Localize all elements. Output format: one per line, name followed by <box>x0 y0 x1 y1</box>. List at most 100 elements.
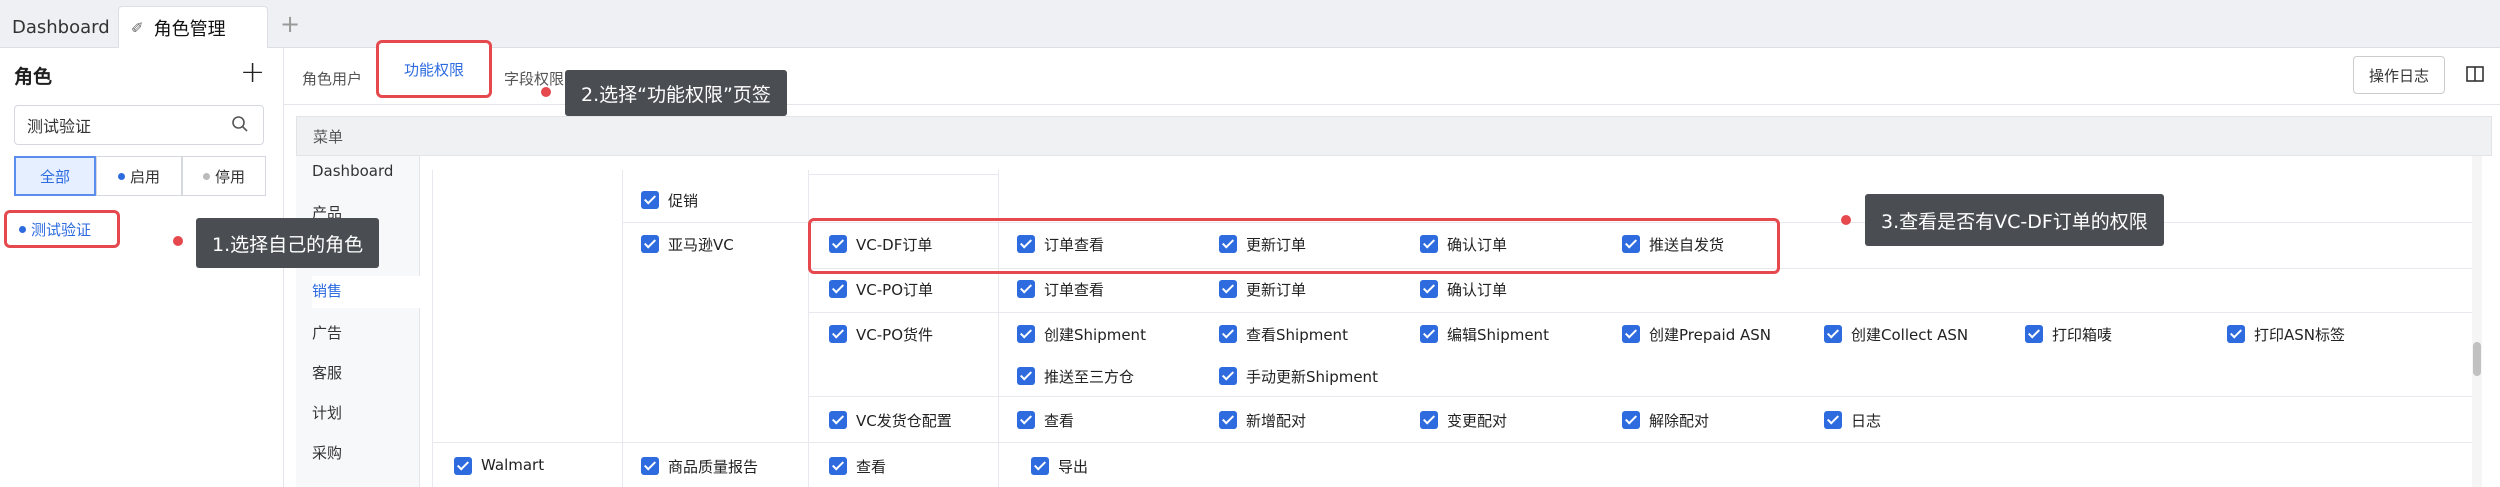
role-status-dot-icon <box>19 225 26 233</box>
label-vcpo: VC-PO订单 <box>856 281 933 299</box>
label-ship-perm: 查看Shipment <box>1246 326 1348 344</box>
checkbox-quality-perm[interactable] <box>1031 457 1049 475</box>
label-quality-perm: 导出 <box>1058 458 1089 476</box>
checkbox-ship-perm[interactable] <box>2025 325 2043 343</box>
filter-all-label: 全部 <box>39 167 70 186</box>
checkbox-vcpo-perm[interactable] <box>1420 280 1438 298</box>
tab-dashboard[interactable]: Dashboard <box>0 6 122 48</box>
callout-marker <box>1841 215 1851 225</box>
filter-all[interactable]: 全部 <box>14 156 96 196</box>
grid-line <box>808 312 2472 313</box>
checkbox-vcpo-perm[interactable] <box>1017 280 1035 298</box>
grid-line <box>432 170 433 487</box>
filter-disabled[interactable]: 停用 <box>182 156 266 196</box>
checkbox-vc-config[interactable] <box>829 411 847 429</box>
filter-enabled-label: 启用 <box>129 167 160 186</box>
book-icon[interactable] <box>2465 64 2485 84</box>
grid-line <box>808 170 809 487</box>
menu-item-plan[interactable]: 计划 <box>312 402 342 423</box>
checkbox-promo[interactable] <box>641 191 659 209</box>
label-amazon-vc: 亚马逊VC <box>668 236 734 254</box>
menu-item-service[interactable]: 客服 <box>312 362 342 383</box>
checkbox-ship-perm[interactable] <box>1017 367 1035 385</box>
operation-log-button[interactable]: 操作日志 <box>2353 56 2445 94</box>
label-walmart: Walmart <box>481 456 545 474</box>
role-panel-title: 角色 <box>14 66 53 88</box>
label-ship-perm: 编辑Shipment <box>1447 326 1549 344</box>
menu-item-sales[interactable]: 销售 <box>312 276 420 308</box>
label-config-perm: 日志 <box>1851 412 1882 430</box>
filter-disabled-label: 停用 <box>214 167 245 186</box>
role-list-item[interactable]: 测试验证 <box>4 210 120 248</box>
callout-step-1: 1.选择自己的角色 <box>196 218 380 268</box>
label-vcpo-ship: VC-PO货件 <box>856 326 933 344</box>
grid-line <box>432 442 2472 443</box>
search-icon[interactable] <box>230 114 250 134</box>
label-quality: 商品质量报告 <box>668 458 759 476</box>
callout-step-3: 3.查看是否有VC-DF订单的权限 <box>1865 194 2164 246</box>
add-role-icon[interactable]: + <box>240 54 265 92</box>
filter-enabled[interactable]: 启用 <box>96 156 182 196</box>
label-config-perm: 查看 <box>1044 412 1075 430</box>
label-ship-perm: 创建Shipment <box>1044 326 1146 344</box>
label-vc-config: VC发货仓配置 <box>856 412 952 430</box>
label-config-perm: 变更配对 <box>1447 412 1508 430</box>
menu-item-ads[interactable]: 广告 <box>312 322 342 343</box>
enabled-dot-icon <box>117 172 125 180</box>
checkbox-config-perm[interactable] <box>1622 411 1640 429</box>
label-vcpo-perm: 确认订单 <box>1447 281 1508 299</box>
add-tab-icon[interactable]: + <box>280 10 300 38</box>
checkbox-config-perm[interactable] <box>1420 411 1438 429</box>
tab-role-management-label: 角色管理 <box>153 18 226 40</box>
checkbox-ship-perm[interactable] <box>2227 325 2245 343</box>
checkbox-walmart[interactable] <box>454 457 472 475</box>
menu-header: 菜单 <box>296 116 2492 156</box>
callout-step-2: 2.选择“功能权限”页签 <box>565 70 787 116</box>
checkbox-amazon-vc[interactable] <box>641 235 659 253</box>
grid-line <box>808 396 2472 397</box>
label-ship-perm: 手动更新Shipment <box>1246 368 1378 386</box>
checkbox-ship-perm[interactable] <box>1219 367 1237 385</box>
label-vcpo-perm: 订单查看 <box>1044 281 1105 299</box>
checkbox-config-perm[interactable] <box>1017 411 1035 429</box>
checkbox-ship-perm[interactable] <box>1219 325 1237 343</box>
pin-icon[interactable]: ✐ <box>131 19 144 37</box>
label-vcpo-perm: 更新订单 <box>1246 281 1307 299</box>
checkbox-vcpo[interactable] <box>829 280 847 298</box>
scrollbar-thumb[interactable] <box>2473 342 2481 376</box>
scrollbar-track[interactable] <box>2472 156 2482 487</box>
menu-item-purchase[interactable]: 采购 <box>312 442 342 463</box>
checkbox-config-perm[interactable] <box>1219 411 1237 429</box>
checkbox-vcpo-ship[interactable] <box>829 325 847 343</box>
checkbox-vcpo-perm[interactable] <box>1219 280 1237 298</box>
checkbox-ship-perm[interactable] <box>1017 325 1035 343</box>
label-ship-perm: 打印ASN标签 <box>2254 326 2346 344</box>
role-search-input[interactable] <box>14 105 264 145</box>
tab-role-management[interactable]: ✐ 角色管理 <box>118 6 268 48</box>
checkbox-ship-perm[interactable] <box>1420 325 1438 343</box>
vcdf-highlight-box <box>808 218 1780 274</box>
callout-marker <box>541 87 551 97</box>
callout-marker <box>173 236 183 246</box>
disabled-dot-icon <box>202 172 210 180</box>
tab-function-permissions[interactable]: 功能权限 <box>376 40 492 98</box>
label-ship-perm: 创建Collect ASN <box>1851 326 1969 344</box>
label-quality-perm: 查看 <box>856 458 887 476</box>
tab-role-users[interactable]: 角色用户 <box>302 62 362 94</box>
tab-bar <box>0 0 2500 48</box>
label-promo: 促销 <box>668 192 699 210</box>
checkbox-config-perm[interactable] <box>1824 411 1842 429</box>
tab-field-permissions[interactable]: 字段权限 <box>504 62 564 94</box>
label-config-perm: 解除配对 <box>1649 412 1710 430</box>
label-ship-perm: 创建Prepaid ASN <box>1649 326 1772 344</box>
menu-item-dashboard[interactable]: Dashboard <box>312 162 393 180</box>
checkbox-quality[interactable] <box>641 457 659 475</box>
label-ship-perm: 推送至三方仓 <box>1044 368 1135 386</box>
label-config-perm: 新增配对 <box>1246 412 1307 430</box>
tab-dashboard-label: Dashboard <box>12 16 110 38</box>
grid-line <box>622 170 623 487</box>
checkbox-ship-perm[interactable] <box>1622 325 1640 343</box>
checkbox-ship-perm[interactable] <box>1824 325 1842 343</box>
checkbox-quality-perm[interactable] <box>829 457 847 475</box>
grid-line <box>808 174 998 175</box>
